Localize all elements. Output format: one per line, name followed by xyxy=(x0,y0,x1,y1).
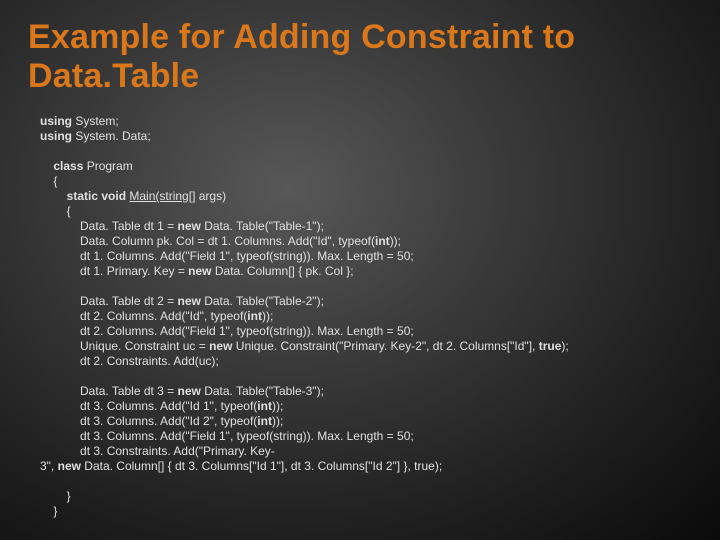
code-text: dt 3. Columns. Add("Id 1", typeof( xyxy=(80,399,257,413)
code-text: dt 2. Columns. Add("Id", typeof( xyxy=(80,309,247,323)
code-text: dt 3. Columns. Add("Id 2", typeof( xyxy=(80,414,257,428)
code-text: (string[] xyxy=(155,189,195,203)
code-text: dt 1. Columns. Add("Field 1", typeof(str… xyxy=(80,249,414,263)
code-block: using System; using System. Data; class … xyxy=(28,114,692,519)
code-text: Unique. Constraint("Primary. Key-2", dt … xyxy=(232,339,538,353)
kw-int: int xyxy=(375,234,390,248)
code-text: )); xyxy=(272,399,283,413)
code-text: Data. Table dt 3 = xyxy=(80,384,178,398)
code-text: } xyxy=(53,504,57,518)
code-text: Data. Table("Table-3"); xyxy=(201,384,324,398)
code-text: Data. Column[] { dt 3. Columns["Id 1"], … xyxy=(81,459,442,473)
kw-new: new xyxy=(178,294,201,308)
kw-new: new xyxy=(178,384,201,398)
title-line-2: Data.Table xyxy=(28,57,199,95)
code-text: dt 3. Columns. Add("Field 1", typeof(str… xyxy=(80,429,414,443)
kw-static-void: static void xyxy=(67,189,126,203)
kw-new: new xyxy=(58,459,81,473)
title-line-1: Example for Adding Constraint to xyxy=(28,18,575,56)
code-text: Data. Column pk. Col = dt 1. Columns. Ad… xyxy=(80,234,375,248)
slide-title: Example for Adding Constraint to Data.Ta… xyxy=(28,18,692,96)
kw-int: int xyxy=(257,399,272,413)
kw-new: new xyxy=(188,264,211,278)
code-text: { xyxy=(67,204,71,218)
code-text: )); xyxy=(272,414,283,428)
kw-true: true xyxy=(539,339,562,353)
method-main: Main xyxy=(129,189,155,203)
code-text: System; xyxy=(72,114,119,128)
kw-int: int xyxy=(257,414,272,428)
code-text: ); xyxy=(561,339,568,353)
slide: Example for Adding Constraint to Data.Ta… xyxy=(0,0,720,540)
code-text: Data. Column[] { pk. Col }; xyxy=(212,264,354,278)
kw-using: using xyxy=(40,114,72,128)
code-text: Data. Table("Table-2"); xyxy=(201,294,324,308)
kw-int: int xyxy=(247,309,262,323)
code-text: Data. Table dt 1 = xyxy=(80,219,178,233)
kw-class: class xyxy=(53,159,83,173)
code-text: Unique. Constraint uc = xyxy=(80,339,209,353)
code-text: Data. Table("Table-1"); xyxy=(201,219,324,233)
code-text: Data. Table dt 2 = xyxy=(80,294,178,308)
code-text: 3", xyxy=(40,459,58,473)
code-text: dt 3. Constraints. Add("Primary. Key- xyxy=(80,444,275,458)
code-text: args) xyxy=(195,189,226,203)
code-text: )); xyxy=(390,234,401,248)
kw-new: new xyxy=(178,219,201,233)
code-text: dt 2. Columns. Add("Field 1", typeof(str… xyxy=(80,324,414,338)
code-text: } xyxy=(67,489,71,503)
code-text: dt 1. Primary. Key = xyxy=(80,264,188,278)
code-text: )); xyxy=(262,309,273,323)
kw-new: new xyxy=(209,339,232,353)
kw-using: using xyxy=(40,129,72,143)
code-text: { xyxy=(53,174,57,188)
code-text: Program xyxy=(83,159,132,173)
code-text: dt 2. Constraints. Add(uc); xyxy=(80,354,219,368)
code-text: System. Data; xyxy=(72,129,151,143)
